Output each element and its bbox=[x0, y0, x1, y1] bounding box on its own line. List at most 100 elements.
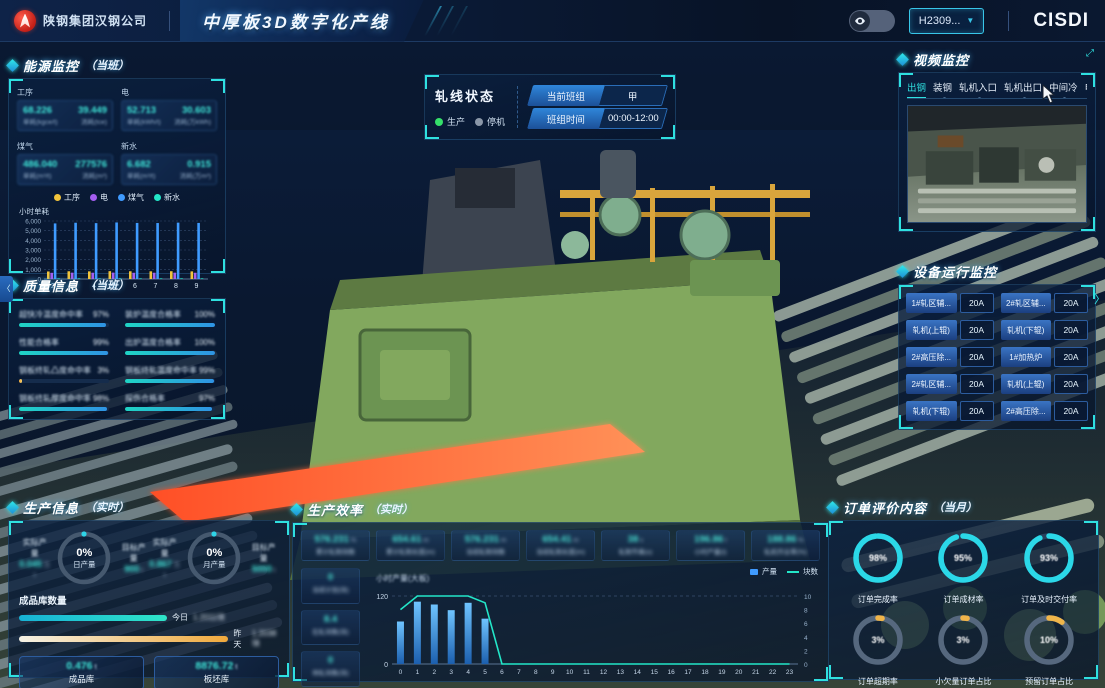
energy-card-name: 新水 bbox=[121, 141, 217, 152]
device-current-value: 20A bbox=[1054, 347, 1088, 367]
svg-text:98%: 98% bbox=[869, 553, 887, 563]
status-badge: 当前班组甲 bbox=[527, 85, 668, 106]
inventory-bar-label: 昨天 bbox=[233, 628, 246, 650]
quality-value: 100% bbox=[195, 338, 215, 347]
production-bar bbox=[431, 605, 438, 665]
energy-value: 30.603 bbox=[182, 105, 211, 116]
svg-text:6,000: 6,000 bbox=[25, 219, 41, 226]
inventory-card: 0.476 t成品库 bbox=[19, 656, 144, 688]
stat-label: 累计轧制块数 bbox=[304, 546, 367, 556]
energy-bar bbox=[177, 223, 180, 279]
quality-value: 97% bbox=[93, 310, 109, 319]
company-logo-icon bbox=[14, 10, 36, 32]
panel-diamond-icon bbox=[826, 501, 839, 514]
svg-text:11: 11 bbox=[583, 669, 590, 676]
device-dropdown[interactable]: H2309... ▼ bbox=[909, 8, 985, 34]
quality-label: 探伤合格率 bbox=[125, 393, 165, 404]
device-row: 2#高压除...20A bbox=[906, 347, 994, 367]
svg-text:0: 0 bbox=[384, 662, 388, 669]
efficiency-stat-card: 576.231 %累计轧制块数 bbox=[301, 530, 370, 561]
legend-item: 新水 bbox=[154, 192, 180, 203]
stat-unit: % bbox=[796, 537, 804, 544]
device-row: 2#高压除...20A bbox=[1001, 401, 1089, 421]
order-gauge-label: 订单及时交付率 bbox=[1006, 594, 1092, 605]
status-legend-item: 生产 bbox=[435, 115, 465, 128]
energy-value: 0.915 bbox=[187, 159, 211, 170]
energy-panel-title: 能源监控 bbox=[23, 56, 79, 75]
svg-text:95%: 95% bbox=[954, 553, 972, 563]
efficiency-stat-cards: 576.231 %累计轧制块数654.61 m累计轧制长度(m)576.231 … bbox=[301, 530, 820, 561]
company-name: 陕钢集团汉钢公司 bbox=[43, 12, 147, 29]
target-label: 目标产量 bbox=[118, 542, 149, 564]
video-monitor-panel: 视频监控 ⤢ 出钢装钢轧机入口轧机出口中间冷电加热 bbox=[898, 50, 1096, 232]
legend-dot-icon bbox=[154, 194, 161, 201]
title-streaks-decoration bbox=[424, 0, 494, 42]
svg-text:12: 12 bbox=[600, 669, 608, 676]
status-dot-icon bbox=[435, 118, 443, 126]
svg-text:9: 9 bbox=[551, 669, 555, 676]
inventory-card-label: 板坯库 bbox=[155, 673, 278, 685]
production-bar bbox=[482, 619, 489, 664]
svg-text:2: 2 bbox=[432, 669, 436, 676]
status-legend-label: 生产 bbox=[447, 115, 465, 128]
expand-icon[interactable]: ⤢ bbox=[1086, 48, 1094, 59]
target-unit: t bbox=[272, 567, 276, 574]
energy-card-name: 电 bbox=[121, 87, 217, 98]
tab-camera-4[interactable]: 轧机出口 bbox=[1004, 80, 1042, 94]
quality-label: 出炉温度合格率 bbox=[125, 337, 181, 348]
legend-label: 新水 bbox=[164, 192, 180, 203]
inventory-cards: 0.476 t成品库8876.72 t板坯库 bbox=[19, 656, 279, 688]
cisdi-logo: CISDI bbox=[1033, 10, 1089, 32]
efficiency-side-stats: 0当班计划(块)8.4在轧块数(块)0待轧块数(块) bbox=[301, 568, 360, 687]
panel-collapse-handle-left[interactable]: 〈 bbox=[0, 276, 13, 302]
panel-diamond-icon bbox=[6, 59, 19, 72]
energy-panel-period: （当班） bbox=[85, 57, 129, 73]
tab-camera-1[interactable]: 出钢 bbox=[907, 80, 926, 94]
quality-bar-fill bbox=[125, 323, 215, 327]
device-current-value: 20A bbox=[1054, 293, 1088, 313]
panel-collapse-handle-right[interactable]: 〉 bbox=[1094, 290, 1105, 307]
quality-bar-fill bbox=[125, 351, 215, 355]
equipment-monitor-panel: 设备运行监控 1#轧区辅...20A2#轧区辅...20A轧机(上辊)20A轧机… bbox=[898, 262, 1096, 430]
energy-value: 52.713 bbox=[127, 105, 156, 116]
efficiency-stat-card: 654.61 m累计轧制长度(m) bbox=[376, 530, 445, 561]
badge-label-text: 班组时间 bbox=[547, 112, 585, 126]
svg-text:6: 6 bbox=[804, 621, 808, 628]
company-logo: 陕钢集团汉钢公司 bbox=[0, 10, 159, 32]
stat-value: 576.231 % bbox=[304, 534, 367, 545]
efficiency-side-stat: 8.4在轧块数(块) bbox=[301, 610, 360, 646]
stat-value: 576.231 m bbox=[454, 534, 517, 545]
svg-text:0: 0 bbox=[804, 662, 808, 669]
video-feed[interactable] bbox=[907, 105, 1087, 223]
side-stat-value: 0 bbox=[304, 655, 357, 666]
quality-panel-period: （当班） bbox=[85, 277, 129, 293]
eff-panel-title: 生产效率 bbox=[307, 500, 363, 519]
efficiency-stat-card: 188.86 %轧机作业率(%) bbox=[751, 530, 820, 561]
quality-bar-track bbox=[125, 323, 215, 327]
quality-bar-track bbox=[19, 351, 109, 355]
quality-value: 98% bbox=[93, 394, 109, 403]
production-bar bbox=[465, 603, 472, 664]
tab-camera-3[interactable]: 轧机入口 bbox=[959, 80, 997, 94]
energy-value-label: 消耗(万kWh) bbox=[174, 116, 211, 126]
status-divider bbox=[517, 86, 518, 128]
energy-value-label: 单耗(kgce/t) bbox=[23, 116, 58, 126]
target-label: 目标产量 bbox=[248, 542, 279, 564]
quality-value: 99% bbox=[199, 366, 215, 375]
ring-percent: 0% bbox=[76, 547, 92, 559]
stat-unit: m bbox=[571, 537, 578, 544]
visibility-toggle[interactable] bbox=[849, 10, 895, 32]
energy-card: 工序68.22639.449单耗(kgce/t)消耗(tce) bbox=[17, 87, 113, 131]
side-stat-value: 8.4 bbox=[304, 614, 357, 625]
side-stat-label: 待轧块数(块) bbox=[304, 667, 357, 677]
ring-percent: 0% bbox=[206, 547, 222, 559]
hourly-chart-title: 小时产量(大板) bbox=[376, 574, 429, 583]
stat-value: 188.86 % bbox=[754, 534, 817, 545]
device-label: 轧机(上辊) bbox=[1001, 374, 1052, 394]
energy-bar bbox=[74, 223, 77, 279]
tab-camera-6[interactable]: 电加热 bbox=[1085, 80, 1087, 94]
energy-value-label: 消耗(万m³) bbox=[180, 170, 211, 180]
quality-info-panel: 质量信息 （当班） 超快冷温度命中率97%装炉温度合格率100%性能合格率99%… bbox=[8, 276, 226, 420]
tab-camera-2[interactable]: 装钢 bbox=[933, 80, 952, 94]
device-label: 2#高压除... bbox=[1001, 401, 1052, 421]
